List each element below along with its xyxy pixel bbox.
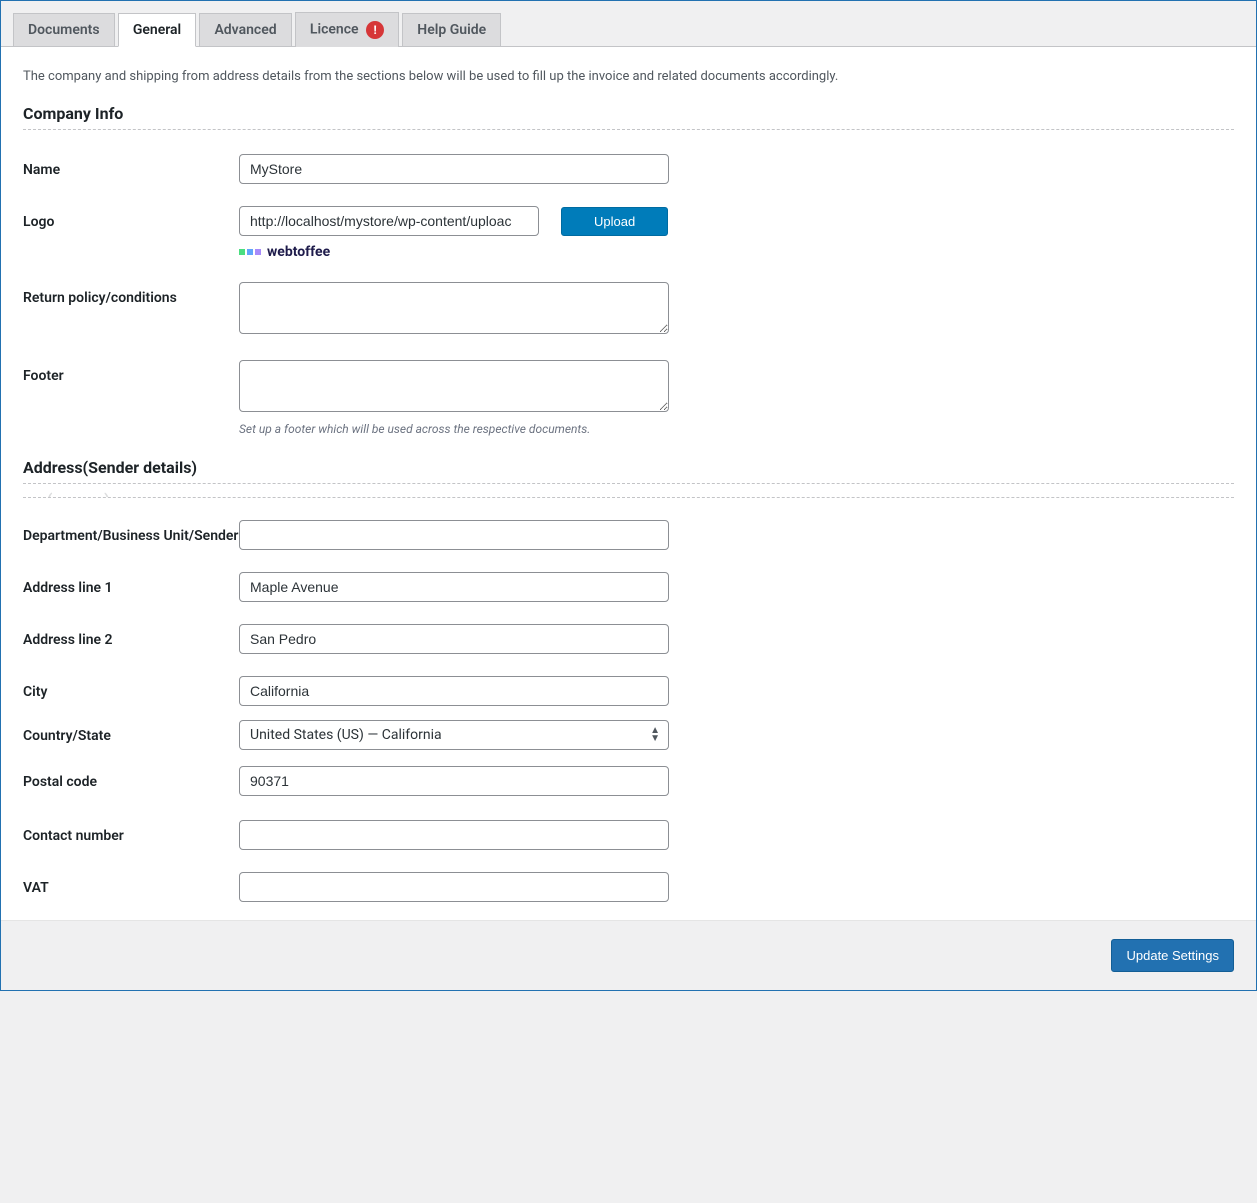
row-vat: VAT bbox=[23, 856, 1234, 908]
row-city: City bbox=[23, 660, 1234, 712]
settings-page: Documents General Advanced Licence ! Hel… bbox=[0, 0, 1257, 991]
row-name: Name bbox=[23, 138, 1234, 190]
tab-general[interactable]: General bbox=[118, 13, 196, 47]
address2-input[interactable] bbox=[239, 624, 669, 654]
address1-input[interactable] bbox=[239, 572, 669, 602]
vat-label: VAT bbox=[23, 872, 239, 896]
postal-input[interactable] bbox=[239, 766, 669, 796]
row-address2: Address line 2 bbox=[23, 608, 1234, 660]
row-country: Country/State United States (US) — Calif… bbox=[23, 712, 1234, 758]
contact-input[interactable] bbox=[239, 820, 669, 850]
tab-licence-label: Licence bbox=[310, 22, 359, 38]
department-label: Department/Business Unit/Sender bbox=[23, 520, 239, 544]
footer-helper-text: Set up a footer which will be used acros… bbox=[239, 422, 669, 436]
city-input[interactable] bbox=[239, 676, 669, 706]
settings-panel: The company and shipping from address de… bbox=[1, 47, 1256, 921]
vat-input[interactable] bbox=[239, 872, 669, 902]
tab-documents[interactable]: Documents bbox=[13, 13, 115, 46]
logo-label: Logo bbox=[23, 206, 239, 230]
department-input[interactable] bbox=[239, 520, 669, 550]
logo-preview: webtoffee bbox=[239, 244, 668, 260]
tab-licence[interactable]: Licence ! bbox=[295, 12, 399, 47]
row-logo: Logo Upload webtoffee bbox=[23, 190, 1234, 266]
row-department: Department/Business Unit/Sender bbox=[23, 504, 1234, 556]
name-input[interactable] bbox=[239, 154, 669, 184]
chevron-updown-icon: ▲▼ bbox=[650, 727, 660, 743]
postal-label: Postal code bbox=[23, 766, 239, 790]
name-label: Name bbox=[23, 154, 239, 178]
address2-label: Address line 2 bbox=[23, 624, 239, 648]
webtoffee-icon bbox=[239, 249, 261, 255]
country-select[interactable]: United States (US) — California ▲▼ bbox=[239, 720, 669, 750]
city-label: City bbox=[23, 676, 239, 700]
footer-label: Footer bbox=[23, 360, 239, 384]
address1-label: Address line 1 bbox=[23, 572, 239, 596]
section-company-title: Company Info bbox=[23, 96, 1234, 130]
intro-text: The company and shipping from address de… bbox=[23, 63, 1234, 96]
logo-url-input[interactable] bbox=[239, 206, 539, 236]
contact-label: Contact number bbox=[23, 820, 239, 844]
row-contact: Contact number bbox=[23, 804, 1234, 856]
upload-button[interactable]: Upload bbox=[561, 207, 668, 236]
row-return-policy: Return policy/conditions bbox=[23, 266, 1234, 344]
return-policy-label: Return policy/conditions bbox=[23, 282, 239, 306]
update-settings-button[interactable]: Update Settings bbox=[1111, 939, 1234, 972]
logo-brand-text: webtoffee bbox=[267, 244, 330, 260]
country-select-value: United States (US) — California bbox=[240, 721, 668, 749]
tab-bar: Documents General Advanced Licence ! Hel… bbox=[1, 1, 1256, 47]
return-policy-textarea[interactable] bbox=[239, 282, 669, 334]
section-address-title: Address(Sender details) bbox=[23, 442, 1234, 484]
section-address-peek: ( ) bbox=[23, 484, 1234, 498]
row-footer: Footer Set up a footer which will be use… bbox=[23, 344, 1234, 442]
tab-advanced[interactable]: Advanced bbox=[199, 13, 291, 46]
country-label: Country/State bbox=[23, 720, 239, 744]
alert-badge-icon: ! bbox=[366, 21, 384, 39]
row-address1: Address line 1 bbox=[23, 556, 1234, 608]
tab-help-guide[interactable]: Help Guide bbox=[402, 13, 501, 46]
row-postal: Postal code bbox=[23, 758, 1234, 804]
footer-actions: Update Settings bbox=[1, 921, 1256, 990]
footer-textarea[interactable] bbox=[239, 360, 669, 412]
